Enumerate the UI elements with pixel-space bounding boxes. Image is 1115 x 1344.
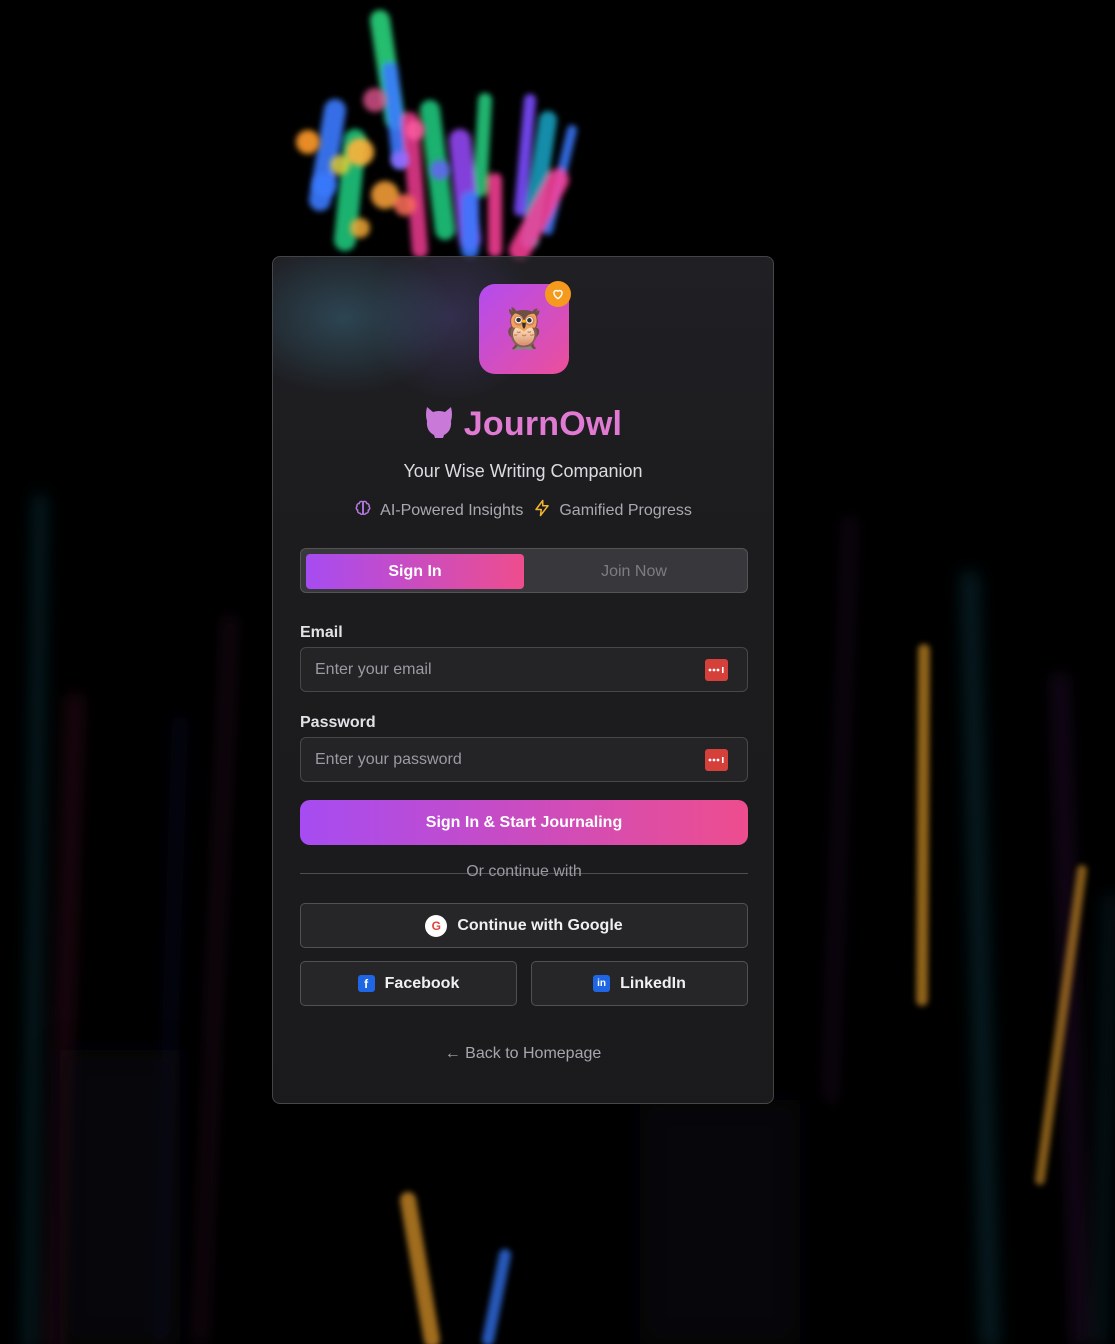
divider-text: Or continue with: [466, 863, 582, 880]
tab-sign-in[interactable]: Sign In: [306, 554, 524, 589]
email-label: Email: [300, 624, 343, 641]
divider: Or continue with: [300, 863, 748, 883]
feature-ai: AI-Powered Insights: [354, 499, 523, 522]
password-label: Password: [300, 714, 376, 731]
tagline: Your Wise Writing Companion: [403, 461, 643, 481]
linkedin-button-label: LinkedIn: [620, 974, 686, 992]
feature-gamified: Gamified Progress: [533, 499, 692, 522]
facebook-icon: f: [357, 975, 375, 992]
auth-tabs: Sign In Join Now: [300, 548, 748, 593]
linkedin-button[interactable]: in LinkedIn: [531, 961, 748, 1006]
email-field[interactable]: [301, 648, 747, 691]
owl-icon: 🦉: [499, 307, 549, 351]
lightning-icon: [533, 499, 551, 522]
password-manager-icon[interactable]: [705, 749, 728, 771]
heart-icon: [545, 281, 571, 307]
auth-card: 🦉 JournOwl Your Wise Writing Companion A…: [272, 256, 774, 1104]
facebook-button[interactable]: f Facebook: [300, 961, 517, 1006]
feature-list: AI-Powered Insights Gamified Progress: [273, 499, 773, 522]
brand-title: JournOwl: [463, 405, 623, 443]
google-icon: G: [425, 914, 448, 937]
google-button[interactable]: G Continue with Google: [300, 903, 748, 948]
password-field[interactable]: [301, 738, 747, 781]
linkedin-icon: in: [593, 975, 611, 992]
email-field-container: [300, 647, 748, 692]
password-manager-icon[interactable]: [705, 659, 728, 681]
owl-silhouette-icon: [424, 405, 454, 444]
facebook-button-label: Facebook: [384, 974, 460, 992]
brand-row: JournOwl: [273, 405, 773, 444]
password-field-container: [300, 737, 748, 782]
tab-join-now[interactable]: Join Now: [525, 554, 743, 589]
brain-icon: [354, 499, 372, 522]
back-to-homepage-link[interactable]: ← Back to Homepage: [273, 1045, 773, 1063]
sign-in-button[interactable]: Sign In & Start Journaling: [300, 800, 748, 845]
feature-label: Gamified Progress: [559, 501, 692, 519]
feature-label: AI-Powered Insights: [380, 501, 524, 519]
google-button-label: Continue with Google: [457, 916, 623, 934]
